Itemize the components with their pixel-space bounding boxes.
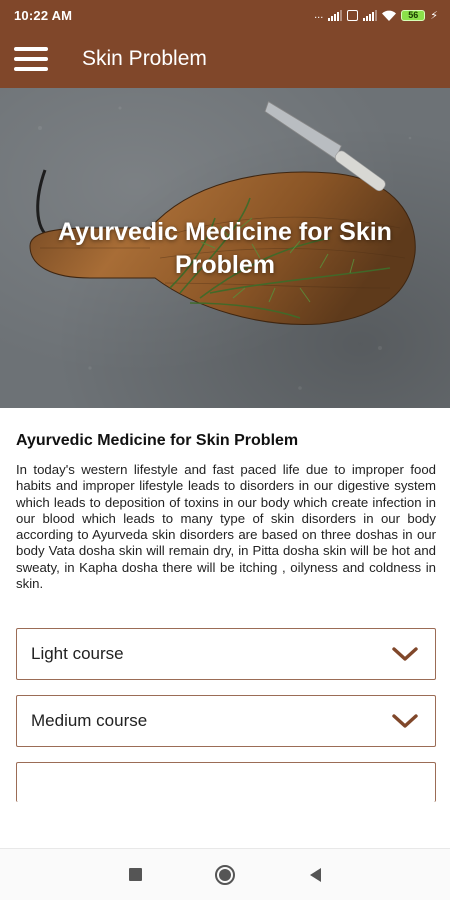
home-icon[interactable] — [215, 864, 235, 885]
accordion-label: Light course — [31, 644, 124, 663]
next-course-accordion[interactable] — [16, 762, 436, 802]
status-icons: ... 56 ⚡ — [314, 9, 438, 22]
hero-title: Ayurvedic Medicine for Skin Problem — [58, 218, 392, 279]
home-button[interactable] — [180, 849, 270, 900]
status-bar: 10:22 AM ... 56 ⚡ — [0, 0, 450, 30]
back-icon[interactable] — [309, 867, 321, 882]
menu-button[interactable] — [0, 30, 62, 88]
app-bar-title: Skin Problem — [82, 47, 207, 70]
wifi-icon — [382, 10, 397, 21]
app-bar: Skin Problem — [0, 30, 450, 88]
medium-course-accordion[interactable]: Medium course — [16, 695, 436, 747]
recents-button[interactable] — [90, 849, 180, 900]
status-time: 10:22 AM — [14, 7, 73, 23]
signal-icon — [363, 9, 378, 21]
chevron-down-icon[interactable] — [391, 712, 419, 730]
more-notifications-icon: ... — [314, 9, 324, 21]
chevron-down-icon[interactable] — [391, 645, 419, 663]
data-saver-icon — [347, 9, 359, 21]
charging-icon: ⚡ — [430, 9, 438, 22]
hero-image: Ayurvedic Medicine for Skin Problem — [0, 88, 450, 408]
back-button[interactable] — [270, 849, 360, 900]
article-body: In today's western lifestyle and fast pa… — [16, 462, 436, 592]
hamburger-menu-icon[interactable] — [14, 47, 48, 71]
accordion-label: Medium course — [31, 711, 148, 730]
signal-icon — [328, 9, 343, 21]
light-course-accordion[interactable]: Light course — [16, 628, 436, 680]
article-heading: Ayurvedic Medicine for Skin Problem — [16, 432, 299, 449]
article: Ayurvedic Medicine for Skin Problem In t… — [16, 432, 436, 592]
recents-icon[interactable] — [128, 868, 142, 881]
battery-icon: 56 — [401, 9, 426, 21]
system-nav-bar — [0, 848, 450, 900]
